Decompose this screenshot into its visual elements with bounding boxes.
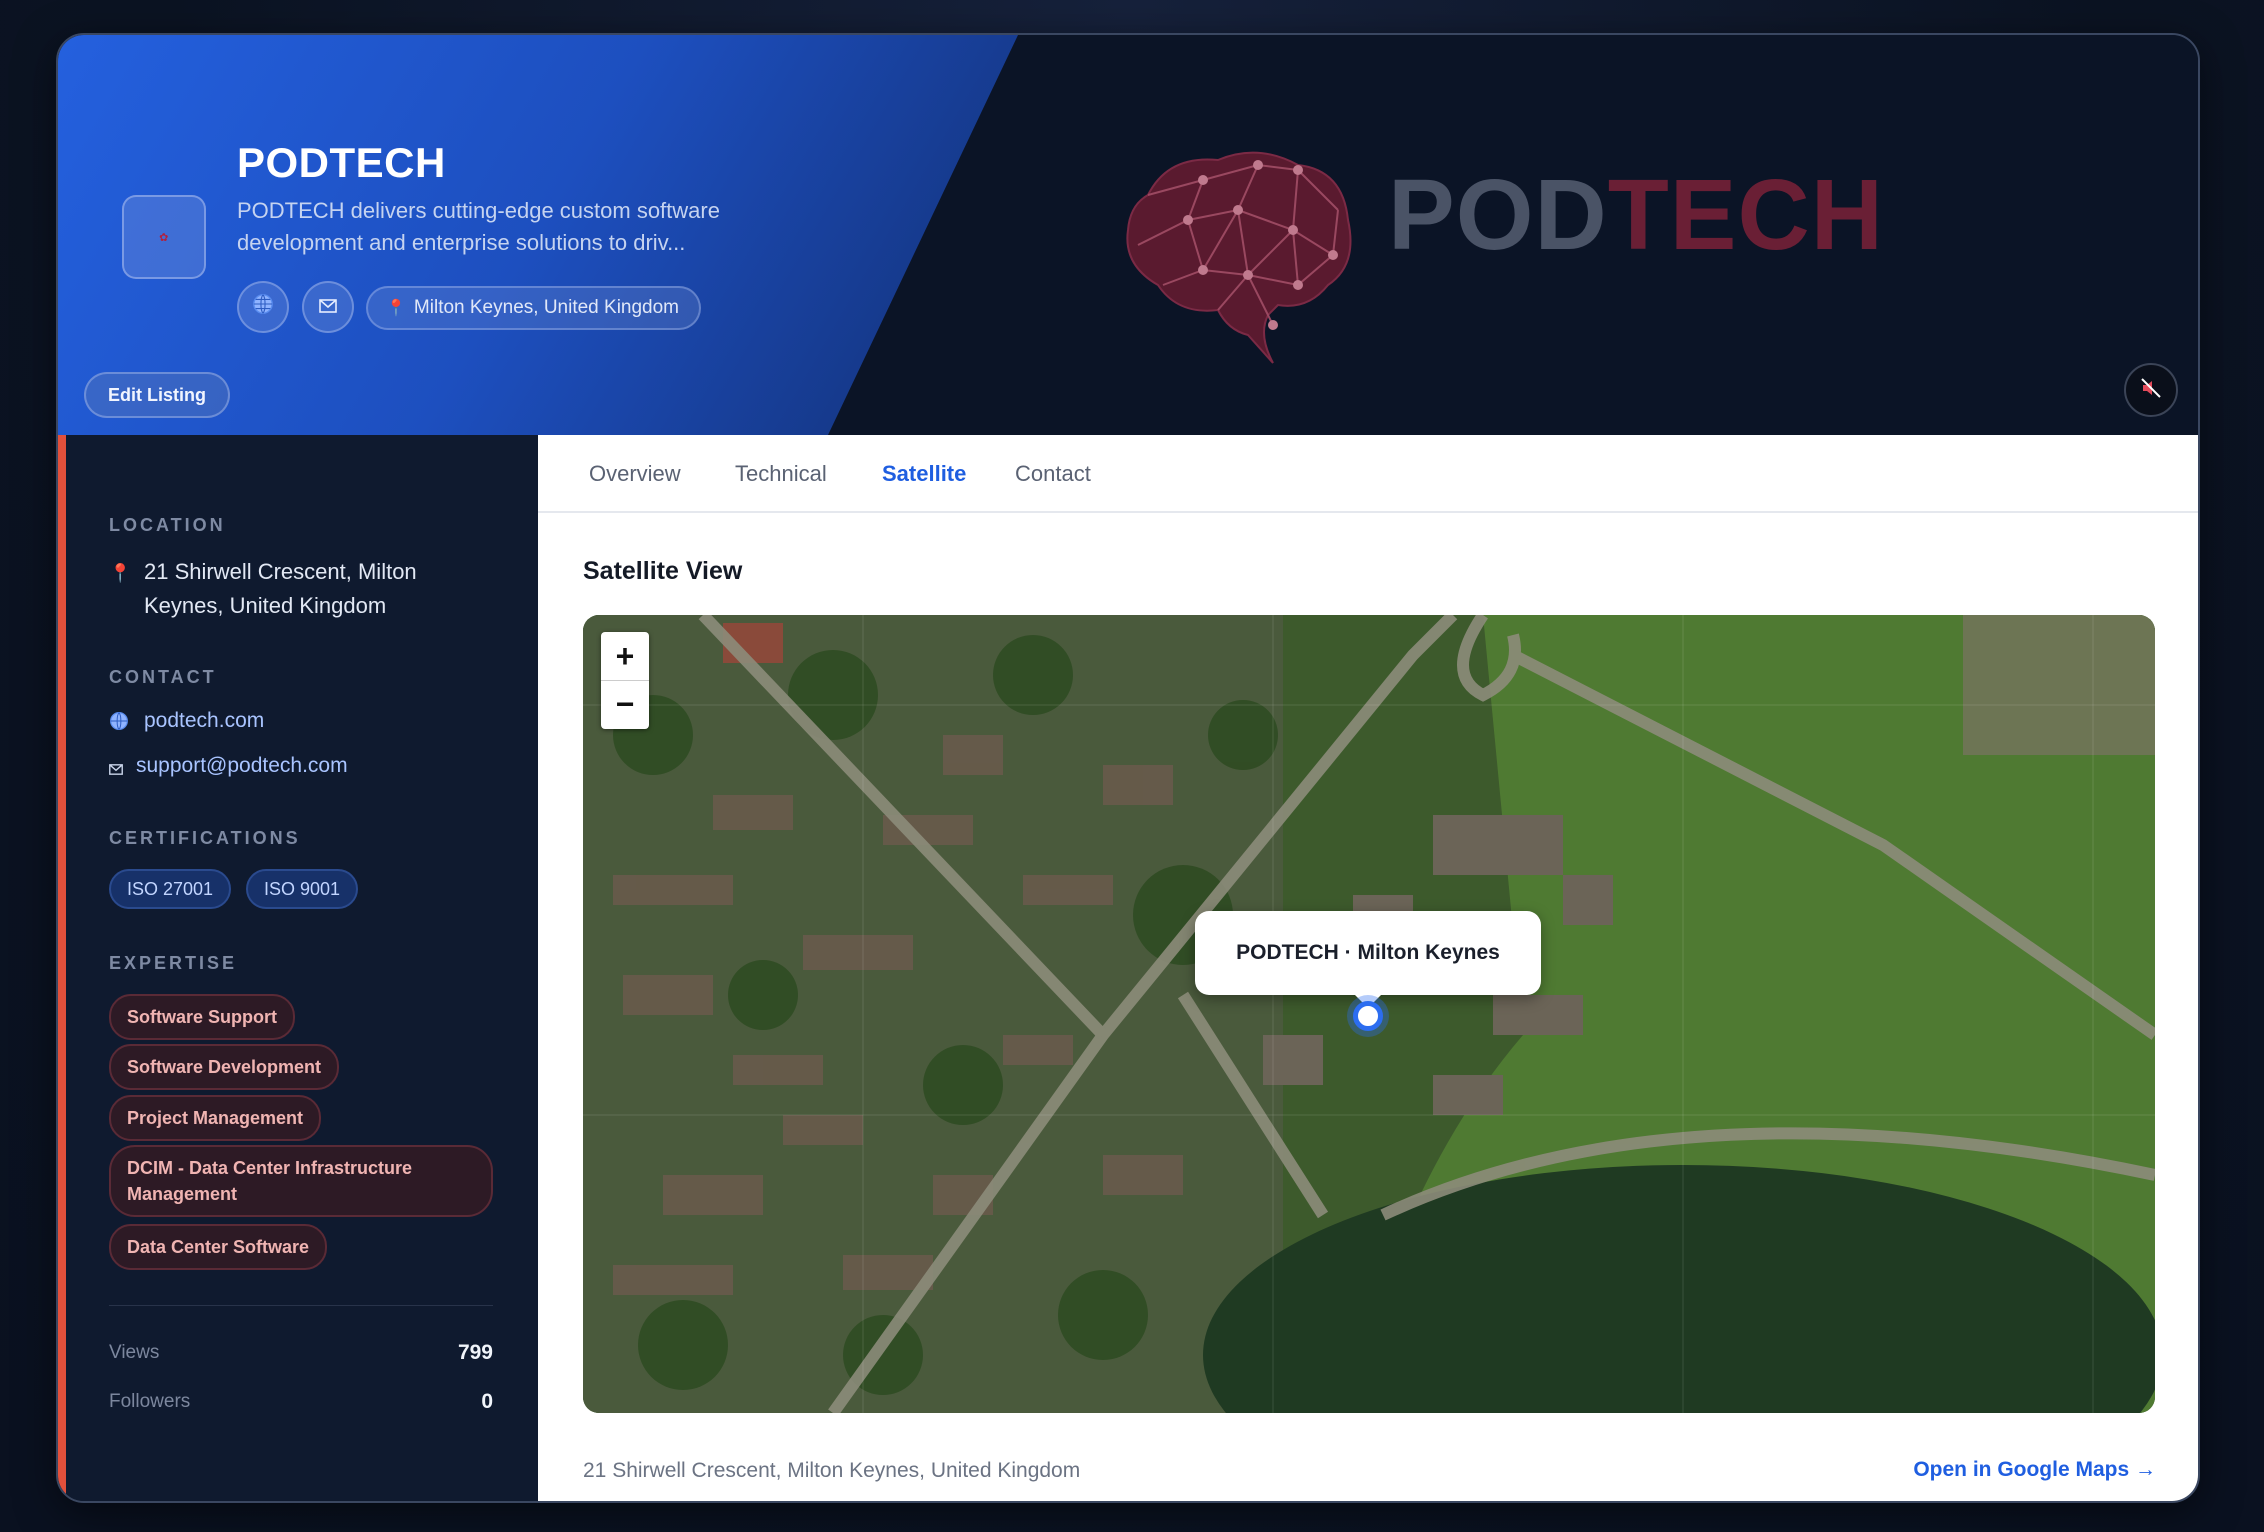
views-count: 799 — [457, 1341, 493, 1364]
sidebar-website-link[interactable]: podtech.com — [144, 709, 264, 733]
tab-satellite[interactable]: Satellite — [882, 461, 966, 487]
expertise-tag: DCIM - Data Center Infrastructure Manage… — [109, 1145, 493, 1217]
edit-listing-button[interactable]: Edit Listing — [84, 372, 230, 418]
expertise-tag: Project Management — [109, 1095, 322, 1141]
email-button[interactable] — [302, 281, 354, 333]
company-logo: ✿ — [122, 195, 206, 279]
followers-label: Followers — [109, 1391, 191, 1412]
map-popup[interactable]: PODTECH · Milton Keynes — [1195, 911, 1541, 1008]
sidebar-email-link[interactable]: support@podtech.com — [136, 754, 348, 778]
company-description: PODTECH delivers cutting-edge custom sof… — [237, 198, 720, 255]
main-panel: Overview Technical Satellite Contact Sat… — [538, 435, 2198, 1501]
sidebar-address: 21 Shirwell Crescent, Milton Keynes, Uni… — [144, 559, 417, 618]
certifications-section-label: CERTIFICATIONS — [109, 828, 301, 848]
map-footer-address: 21 Shirwell Crescent, Milton Keynes, Uni… — [583, 1459, 1081, 1482]
open-google-maps-link[interactable]: Open in Google Maps → — [1913, 1458, 2156, 1482]
location-pill-label: Milton Keynes, United Kingdom — [413, 297, 680, 318]
brain-logo-graphic — [1108, 125, 1368, 390]
zoom-out-button[interactable]: − — [601, 680, 649, 728]
sidebar-divider — [109, 1305, 493, 1306]
followers-count: 0 — [481, 1390, 493, 1413]
tab-overview[interactable]: Overview — [589, 461, 681, 487]
views-label: Views — [109, 1342, 160, 1363]
tab-contact[interactable]: Contact — [1015, 461, 1091, 487]
mute-toggle-button[interactable] — [2124, 363, 2178, 417]
map-pin-icon: 📍 — [109, 563, 132, 583]
expertise-tag: Software Development — [109, 1044, 340, 1090]
envelope-icon — [109, 759, 123, 780]
cert-badge-iso27001: ISO 27001 — [109, 869, 232, 909]
company-name: PODTECH — [237, 139, 446, 186]
globe-icon — [109, 711, 129, 736]
website-button[interactable] — [237, 281, 289, 333]
expertise-tag: Data Center Software — [109, 1224, 328, 1270]
map-marker-icon[interactable] — [1353, 1001, 1383, 1031]
speaker-muted-icon — [2139, 376, 2163, 405]
section-title: Satellite View — [583, 557, 743, 585]
expertise-tag: Software Support — [109, 994, 296, 1040]
envelope-icon — [319, 296, 337, 319]
location-section-label: LOCATION — [109, 515, 226, 535]
satellite-map[interactable]: + − PODTECH · Milton Keynes — [583, 615, 2155, 1413]
tab-bar: Overview Technical Satellite Contact — [538, 435, 2198, 513]
hero-banner: PODTECH ✿ PODTECH PODTECH delivers cutti… — [58, 35, 2198, 435]
zoom-in-button[interactable]: + — [601, 632, 649, 680]
brand-wordmark: PODTECH — [1388, 159, 1884, 271]
expertise-section-label: EXPERTISE — [109, 953, 238, 973]
map-pin-icon: 📍 — [386, 300, 406, 317]
location-pill[interactable]: 📍 Milton Keynes, United Kingdom — [366, 286, 702, 330]
zoom-controls: + − — [601, 632, 649, 729]
contact-section-label: CONTACT — [109, 667, 217, 687]
globe-icon — [252, 293, 274, 321]
tab-technical[interactable]: Technical — [735, 461, 827, 487]
cert-badge-iso9001: ISO 9001 — [246, 869, 359, 909]
company-listing-card: PODTECH ✿ PODTECH PODTECH delivers cutti… — [56, 33, 2200, 1503]
sidebar: LOCATION 📍 21 Shirwell Crescent, Milton … — [58, 435, 538, 1501]
